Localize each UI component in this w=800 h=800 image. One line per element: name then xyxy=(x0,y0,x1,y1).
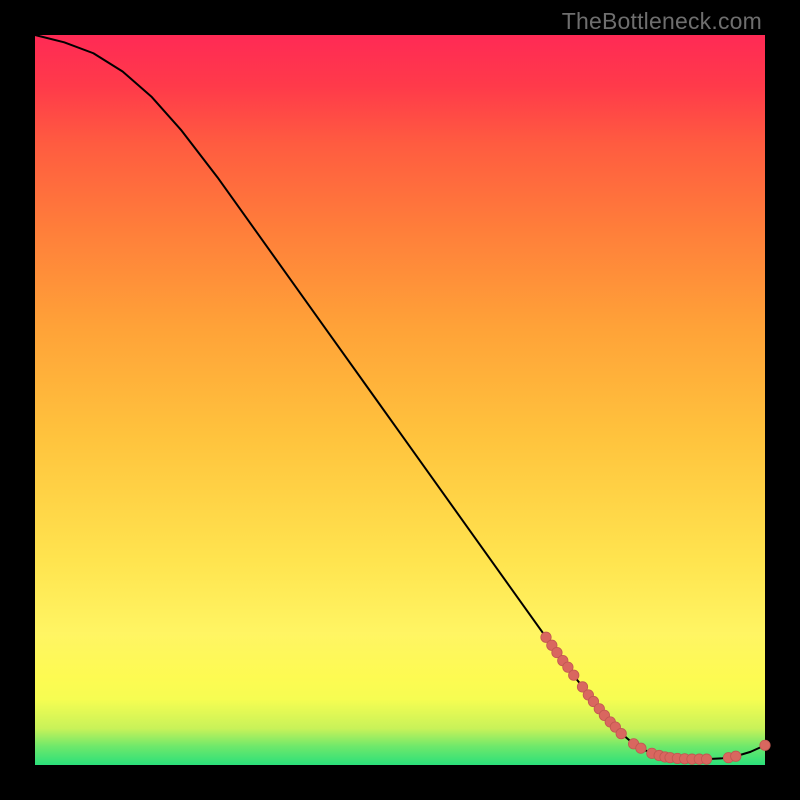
watermark-text: TheBottleneck.com xyxy=(562,8,762,35)
chart-stage: TheBottleneck.com xyxy=(0,0,800,800)
data-point xyxy=(731,751,741,761)
data-point xyxy=(760,740,770,750)
data-point xyxy=(616,728,626,738)
curve-line xyxy=(35,35,765,759)
chart-overlay-svg xyxy=(35,35,765,765)
data-points xyxy=(541,632,770,764)
data-point xyxy=(636,743,646,753)
data-point xyxy=(701,754,711,764)
data-point xyxy=(569,670,579,680)
